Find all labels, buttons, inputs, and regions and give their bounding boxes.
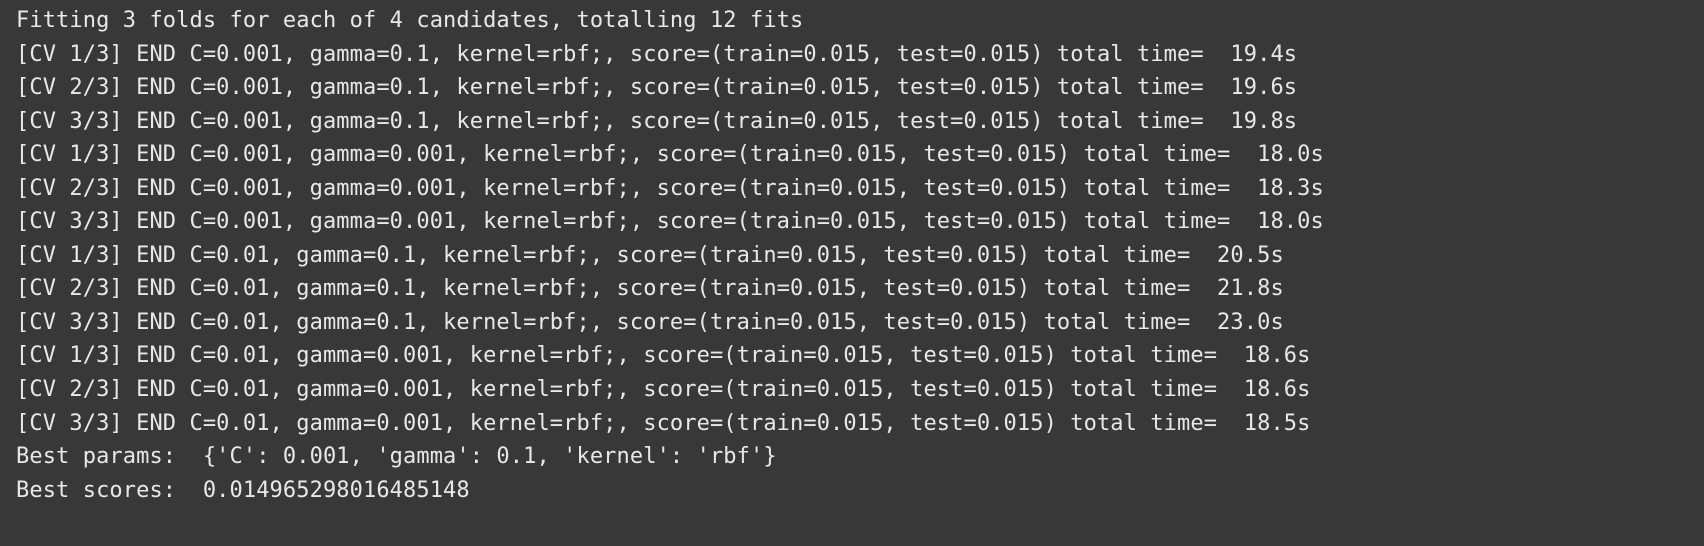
output-line-cv-2: [CV 2/3] END C=0.001, gamma=0.1, kernel=… — [16, 75, 1298, 101]
output-line-cv-1: [CV 1/3] END C=0.001, gamma=0.1, kernel=… — [16, 41, 1298, 67]
output-line-best-scores: Best scores: 0.014965298016485148 — [16, 477, 470, 503]
output-line-cv-12: [CV 3/3] END C=0.01, gamma=0.001, kernel… — [16, 410, 1311, 436]
output-line-cv-4: [CV 1/3] END C=0.001, gamma=0.001, kerne… — [16, 142, 1324, 168]
output-line-cv-11: [CV 2/3] END C=0.01, gamma=0.001, kernel… — [16, 377, 1311, 403]
output-line-best-params: Best params: {'C': 0.001, 'gamma': 0.1, … — [16, 444, 777, 470]
output-line-cv-5: [CV 2/3] END C=0.001, gamma=0.001, kerne… — [16, 175, 1324, 201]
output-line-cv-6: [CV 3/3] END C=0.001, gamma=0.001, kerne… — [16, 209, 1324, 235]
console-output: Fitting 3 folds for each of 4 candidates… — [0, 0, 1704, 546]
output-line-cv-3: [CV 3/3] END C=0.001, gamma=0.1, kernel=… — [16, 108, 1298, 134]
output-line-cv-10: [CV 1/3] END C=0.01, gamma=0.001, kernel… — [16, 343, 1311, 369]
output-line-cv-7: [CV 1/3] END C=0.01, gamma=0.1, kernel=r… — [16, 242, 1284, 268]
output-line-fitting-summary: Fitting 3 folds for each of 4 candidates… — [16, 8, 804, 33]
output-line-cv-9: [CV 3/3] END C=0.01, gamma=0.1, kernel=r… — [16, 309, 1284, 335]
output-line-cv-8: [CV 2/3] END C=0.01, gamma=0.1, kernel=r… — [16, 276, 1284, 302]
